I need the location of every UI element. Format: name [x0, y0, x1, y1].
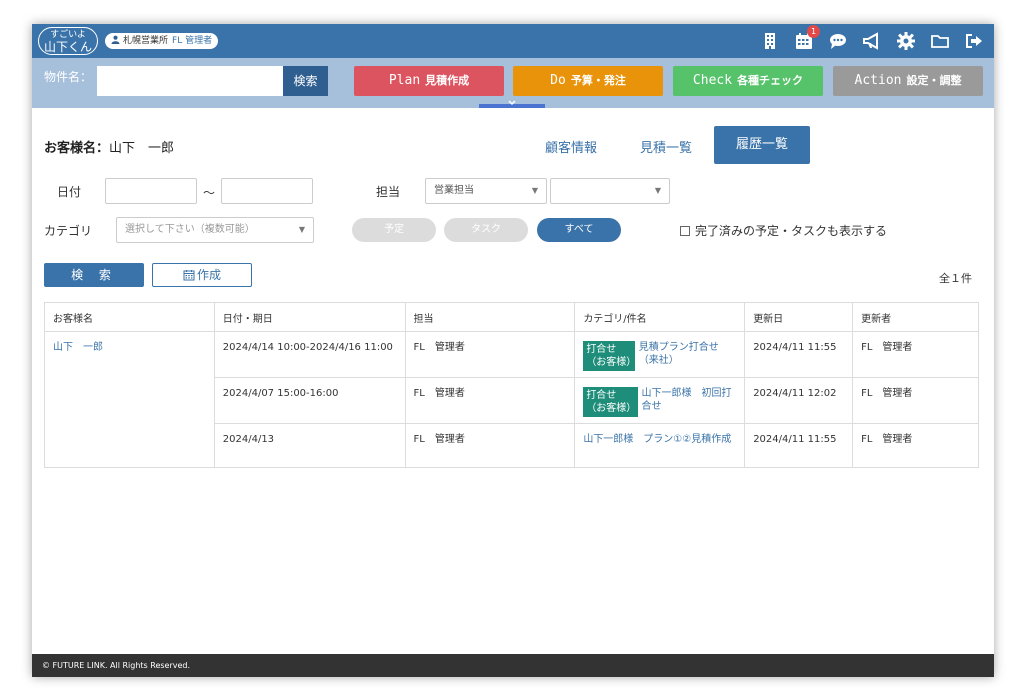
- app-window: すごいよ 山下くん 札幌営業所 FL 管理者 1 物件名： 検索 Plan 見積…: [32, 24, 994, 677]
- date-from-input[interactable]: [105, 178, 197, 204]
- customer-name: 山下 一郎: [109, 141, 175, 156]
- copyright: © FUTURE LINK. All Rights Reserved.: [42, 661, 191, 670]
- property-search-button[interactable]: 検索: [283, 66, 328, 96]
- logo-line2: 山下くん: [43, 40, 92, 54]
- customer-title: お客様名：山下 一郎: [44, 137, 174, 156]
- create-button[interactable]: 作成: [152, 263, 252, 287]
- staff-label: 担当: [376, 185, 401, 199]
- row-date: 2024/4/07 15:00-16:00: [213, 377, 406, 424]
- action-key: Action: [854, 73, 902, 88]
- do-key: Do: [550, 73, 566, 88]
- table-header-row: お客様名 日付・期日 担当 カテゴリ/件名 更新日 更新者: [44, 302, 979, 332]
- result-count: 全１件: [939, 272, 972, 285]
- search-button[interactable]: 検 索: [44, 263, 144, 287]
- category-select[interactable]: 選択して下さい（複数可能） ▼: [116, 217, 314, 243]
- customer-info-link[interactable]: 顧客情報: [545, 137, 597, 156]
- row-updater: FL 管理者: [852, 423, 979, 468]
- customer-link[interactable]: 山下 一郎: [44, 331, 215, 468]
- row-updater: FL 管理者: [852, 377, 979, 424]
- filter-schedule-pill[interactable]: 予定: [352, 218, 436, 242]
- row-staff: FL 管理者: [404, 331, 576, 378]
- row-updater: FL 管理者: [852, 331, 979, 378]
- user-role: FL 管理者: [172, 36, 213, 46]
- th-customer: お客様名: [44, 302, 215, 332]
- dropdown-arrow-icon: ▼: [654, 186, 661, 195]
- staff-sub-select[interactable]: ▼: [550, 178, 670, 204]
- category-tag: 打合せ（お客様）: [583, 387, 638, 417]
- top-icons: 1: [760, 25, 984, 52]
- check-button[interactable]: Check 各種チェック: [673, 66, 823, 96]
- date-label: 日付: [57, 185, 82, 199]
- calendar-icon: [183, 270, 195, 281]
- th-category: カテゴリ/件名: [574, 302, 746, 332]
- do-button[interactable]: Do 予算・発注: [513, 66, 663, 96]
- th-staff: 担当: [404, 302, 576, 332]
- check-label: 各種チェック: [737, 74, 804, 87]
- row-staff: FL 管理者: [404, 423, 576, 468]
- chat-icon[interactable]: [828, 31, 848, 51]
- chevron-down-icon: [508, 100, 516, 106]
- row-date: 2024/4/13: [213, 423, 406, 468]
- property-bar: 物件名： 検索 Plan 見積作成 Do 予算・発注 Check 各種チェック Act…: [32, 58, 994, 108]
- plan-key: Plan: [388, 73, 421, 88]
- table-row: 山下 一郎 2024/4/14 10:00-2024/4/16 11:00 FL…: [44, 331, 979, 468]
- row-date: 2024/4/14 10:00-2024/4/16 11:00: [213, 331, 406, 378]
- top-bar: すごいよ 山下くん 札幌営業所 FL 管理者 1: [32, 24, 994, 58]
- subject-link[interactable]: 山下一郎様 初回打合せ: [642, 387, 737, 417]
- collapse-toggle[interactable]: [479, 100, 545, 108]
- show-done-checkbox[interactable]: 完了済みの予定・タスクも表示する: [680, 222, 887, 239]
- staff-select[interactable]: 営業担当 ▼: [425, 178, 547, 204]
- row-category: 打合せ（お客様） 見積プラン打合せ（来社）: [574, 331, 746, 378]
- footer: © FUTURE LINK. All Rights Reserved.: [32, 654, 994, 677]
- dropdown-arrow-icon: ▼: [531, 186, 538, 195]
- row-category: 打合せ（お客様） 山下一郎様 初回打合せ: [574, 377, 746, 424]
- date-tilde: ～: [203, 186, 216, 200]
- th-updater: 更新者: [852, 302, 979, 332]
- gear-icon[interactable]: [896, 31, 916, 51]
- row-updated: 2024/4/11 12:02: [744, 377, 854, 424]
- user-icon: [111, 35, 120, 44]
- megaphone-icon[interactable]: [862, 31, 882, 51]
- property-label: 物件名：: [44, 70, 93, 84]
- show-done-label: 完了済みの予定・タスクも表示する: [695, 224, 888, 238]
- action-label: 設定・調整: [906, 74, 962, 87]
- dropdown-arrow-icon: ▼: [298, 225, 305, 234]
- property-input[interactable]: [97, 66, 283, 96]
- row-updated: 2024/4/11 11:55: [744, 423, 854, 468]
- folder-icon[interactable]: [930, 31, 950, 51]
- check-key: Check: [692, 73, 733, 88]
- row-updated: 2024/4/11 11:55: [744, 331, 854, 378]
- filter-task-pill[interactable]: タスク: [444, 218, 528, 242]
- logout-icon[interactable]: [964, 31, 984, 51]
- filter-all-pill[interactable]: すべて: [537, 218, 621, 242]
- plan-label: 見積作成: [425, 74, 470, 87]
- history-list-tab[interactable]: 履歴一覧: [714, 126, 810, 164]
- history-table: お客様名 日付・期日 担当 カテゴリ/件名 更新日 更新者 山下 一郎 2024…: [44, 302, 979, 468]
- subject-link[interactable]: 山下一郎様 プラン①②見積作成: [583, 434, 731, 445]
- subject-link[interactable]: 見積プラン打合せ（来社）: [639, 341, 736, 371]
- estimate-list-link[interactable]: 見積一覧: [640, 137, 692, 156]
- calendar-badge: 1: [807, 25, 820, 38]
- building-icon[interactable]: [760, 31, 780, 51]
- action-button[interactable]: Action 設定・調整: [833, 66, 983, 96]
- category-tag: 打合せ（お客様）: [583, 341, 636, 371]
- staff-select-value: 営業担当: [434, 185, 474, 196]
- row-category: 山下一郎様 プラン①②見積作成: [574, 423, 746, 468]
- app-logo[interactable]: すごいよ 山下くん: [38, 27, 98, 55]
- do-label: 予算・発注: [570, 74, 626, 87]
- category-placeholder: 選択して下さい（複数可能）: [125, 224, 255, 235]
- customer-label: お客様名：: [44, 141, 110, 156]
- th-updated: 更新日: [744, 302, 854, 332]
- office-name: 札幌営業所: [123, 36, 169, 46]
- office-badge: 札幌営業所 FL 管理者: [105, 33, 219, 49]
- row-staff: FL 管理者: [404, 377, 576, 424]
- calendar-icon[interactable]: 1: [794, 25, 820, 51]
- category-label: カテゴリ: [44, 224, 93, 238]
- date-to-input[interactable]: [221, 178, 313, 204]
- th-date: 日付・期日: [213, 302, 406, 332]
- checkbox-box[interactable]: [680, 226, 690, 236]
- plan-button[interactable]: Plan 見積作成: [354, 66, 504, 96]
- create-label: 作成: [196, 268, 221, 282]
